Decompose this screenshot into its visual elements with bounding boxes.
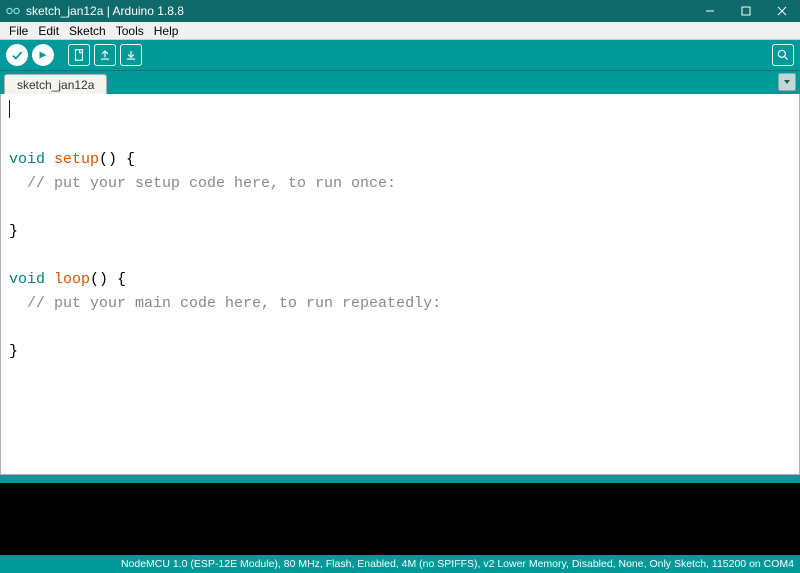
board-status-text: NodeMCU 1.0 (ESP-12E Module), 80 MHz, Fl… [121, 558, 794, 570]
console-output[interactable] [0, 483, 800, 555]
code-token: setup [54, 151, 99, 168]
menu-help[interactable]: Help [149, 23, 184, 39]
status-bar: NodeMCU 1.0 (ESP-12E Module), 80 MHz, Fl… [0, 555, 800, 573]
menu-sketch[interactable]: Sketch [64, 23, 111, 39]
code-token: void [9, 271, 54, 288]
open-sketch-button[interactable] [94, 44, 116, 66]
code-token: void [9, 151, 54, 168]
upload-button[interactable] [32, 44, 54, 66]
code-token: () { [99, 151, 135, 168]
status-divider [0, 475, 800, 483]
menu-edit[interactable]: Edit [33, 23, 64, 39]
code-token: } [9, 223, 18, 240]
toolbar [0, 40, 800, 70]
code-token: () { [90, 271, 126, 288]
serial-monitor-button[interactable] [772, 44, 794, 66]
arduino-logo-icon [6, 4, 20, 18]
code-editor[interactable]: void setup() { // put your setup code he… [0, 94, 800, 475]
menu-file[interactable]: File [4, 23, 33, 39]
menu-tools[interactable]: Tools [111, 23, 149, 39]
tab-menu-button[interactable] [778, 73, 796, 91]
tab-bar: sketch_jan12a [0, 70, 800, 94]
verify-button[interactable] [6, 44, 28, 66]
text-cursor [9, 100, 10, 118]
tab-sketch[interactable]: sketch_jan12a [4, 74, 107, 95]
code-token: // put your main code here, to run repea… [9, 295, 441, 312]
title-bar: sketch_jan12a | Arduino 1.8.8 [0, 0, 800, 22]
close-button[interactable] [764, 0, 800, 22]
menu-bar: File Edit Sketch Tools Help [0, 22, 800, 40]
maximize-button[interactable] [728, 0, 764, 22]
new-sketch-button[interactable] [68, 44, 90, 66]
code-token: loop [54, 271, 90, 288]
save-sketch-button[interactable] [120, 44, 142, 66]
code-token: } [9, 343, 18, 360]
window-title: sketch_jan12a | Arduino 1.8.8 [26, 4, 692, 18]
code-token: // put your setup code here, to run once… [9, 175, 396, 192]
minimize-button[interactable] [692, 0, 728, 22]
